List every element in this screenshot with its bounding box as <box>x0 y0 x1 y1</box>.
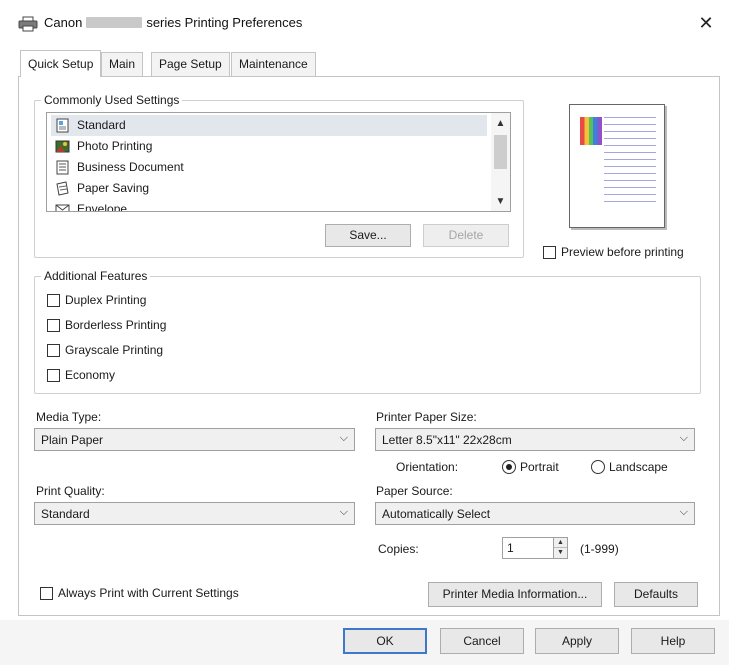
portrait-radio[interactable] <box>502 460 516 474</box>
economy-checkbox[interactable] <box>47 369 60 382</box>
scroll-down-icon[interactable]: ▼ <box>491 193 510 210</box>
window-title: Canon series Printing Preferences <box>44 15 302 30</box>
list-item-label: Photo Printing <box>77 139 153 153</box>
chevron-down-icon: ⌵ <box>679 506 688 518</box>
chevron-down-icon: ⌵ <box>679 432 688 444</box>
print-quality-value: Standard <box>41 507 90 521</box>
grayscale-printing-checkbox[interactable] <box>47 344 60 357</box>
title-bar: Canon series Printing Preferences ✕ <box>0 0 729 44</box>
portrait-label: Portrait <box>520 460 559 474</box>
paper-source-label: Paper Source: <box>376 484 453 498</box>
paper-source-dropdown[interactable]: Automatically Select ⌵ <box>375 502 695 525</box>
copies-spin-buttons: ▲ ▼ <box>553 538 567 558</box>
borderless-printing-checkbox[interactable] <box>47 319 60 332</box>
list-item-paper-saving[interactable]: Paper Saving <box>51 178 487 199</box>
envelope-icon <box>55 204 70 211</box>
printer-paper-size-value: Letter 8.5"x11" 22x28cm <box>382 433 512 447</box>
paper-saving-icon <box>56 181 69 196</box>
preview-before-printing-checkbox[interactable] <box>543 246 556 259</box>
copies-value: 1 <box>507 541 514 555</box>
list-item-photo-printing[interactable]: Photo Printing <box>51 136 487 157</box>
business-document-icon <box>56 160 69 175</box>
list-item-label: Paper Saving <box>77 181 150 195</box>
preview-before-printing-label: Preview before printing <box>561 245 684 259</box>
tab-page-setup[interactable]: Page Setup <box>151 52 230 76</box>
apply-button[interactable]: Apply <box>535 628 619 654</box>
printer-paper-size-label: Printer Paper Size: <box>376 410 477 424</box>
increment-icon[interactable]: ▲ <box>554 538 567 548</box>
print-preview-thumbnail <box>569 104 665 228</box>
always-print-current-settings-checkbox[interactable] <box>40 587 53 600</box>
print-quality-label: Print Quality: <box>36 484 105 498</box>
always-print-current-settings-label: Always Print with Current Settings <box>58 586 239 600</box>
close-icon: ✕ <box>698 13 714 33</box>
borderless-printing-label: Borderless Printing <box>65 318 167 332</box>
list-item-standard[interactable]: Standard <box>51 115 487 136</box>
preview-color-block <box>580 117 602 145</box>
print-quality-dropdown[interactable]: Standard ⌵ <box>34 502 355 525</box>
photo-printing-icon <box>55 140 70 153</box>
commonly-used-settings-label: Commonly Used Settings <box>41 93 183 107</box>
tab-quick-setup[interactable]: Quick Setup <box>20 50 102 77</box>
tab-maintenance[interactable]: Maintenance <box>231 52 316 76</box>
list-item-label: Business Document <box>77 160 184 174</box>
duplex-printing-checkbox[interactable] <box>47 294 60 307</box>
media-type-dropdown[interactable]: Plain Paper ⌵ <box>34 428 355 451</box>
cancel-button[interactable]: Cancel <box>440 628 524 654</box>
scroll-thumb[interactable] <box>494 135 507 169</box>
media-type-value: Plain Paper <box>41 433 104 447</box>
paper-source-value: Automatically Select <box>382 507 491 521</box>
landscape-label: Landscape <box>609 460 668 474</box>
help-button[interactable]: Help <box>631 628 715 654</box>
economy-label: Economy <box>65 368 116 382</box>
landscape-radio[interactable] <box>591 460 605 474</box>
media-type-label: Media Type: <box>36 410 102 424</box>
additional-features-label: Additional Features <box>41 269 151 283</box>
copies-stepper[interactable]: 1 ▲ ▼ <box>502 537 568 559</box>
commonly-used-settings-list[interactable]: Standard Photo Printing Business Documen… <box>46 112 511 212</box>
tab-main[interactable]: Main <box>101 52 144 76</box>
printer-icon <box>18 16 38 32</box>
copies-range-label: (1-999) <box>580 542 619 556</box>
chevron-down-icon: ⌵ <box>339 432 348 444</box>
list-item-business-document[interactable]: Business Document <box>51 157 487 178</box>
list-item-envelope[interactable]: Envelope <box>51 199 487 212</box>
printer-media-information-button[interactable]: Printer Media Information... <box>428 582 602 607</box>
grayscale-printing-label: Grayscale Printing <box>65 343 164 357</box>
duplex-printing-label: Duplex Printing <box>65 293 147 307</box>
scroll-up-icon[interactable]: ▲ <box>491 115 510 132</box>
copies-label: Copies: <box>378 542 419 556</box>
window-title-prefix: Canon <box>44 15 83 30</box>
redacted-model-name <box>86 17 143 28</box>
save-button[interactable]: Save... <box>325 224 411 247</box>
close-button[interactable]: ✕ <box>692 10 720 36</box>
window-title-suffix: series Printing Preferences <box>146 15 303 30</box>
chevron-down-icon: ⌵ <box>339 506 348 518</box>
list-scrollbar[interactable]: ▲ ▼ <box>491 113 510 211</box>
ok-button[interactable]: OK <box>343 628 427 654</box>
standard-icon <box>56 118 69 133</box>
preview-text-lines <box>604 117 656 208</box>
delete-button[interactable]: Delete <box>423 224 509 247</box>
list-item-label: Standard <box>77 118 126 132</box>
printer-paper-size-dropdown[interactable]: Letter 8.5"x11" 22x28cm ⌵ <box>375 428 695 451</box>
orientation-label: Orientation: <box>396 460 459 474</box>
decrement-icon[interactable]: ▼ <box>554 548 567 558</box>
list-item-label: Envelope <box>77 202 128 212</box>
defaults-button[interactable]: Defaults <box>614 582 698 607</box>
